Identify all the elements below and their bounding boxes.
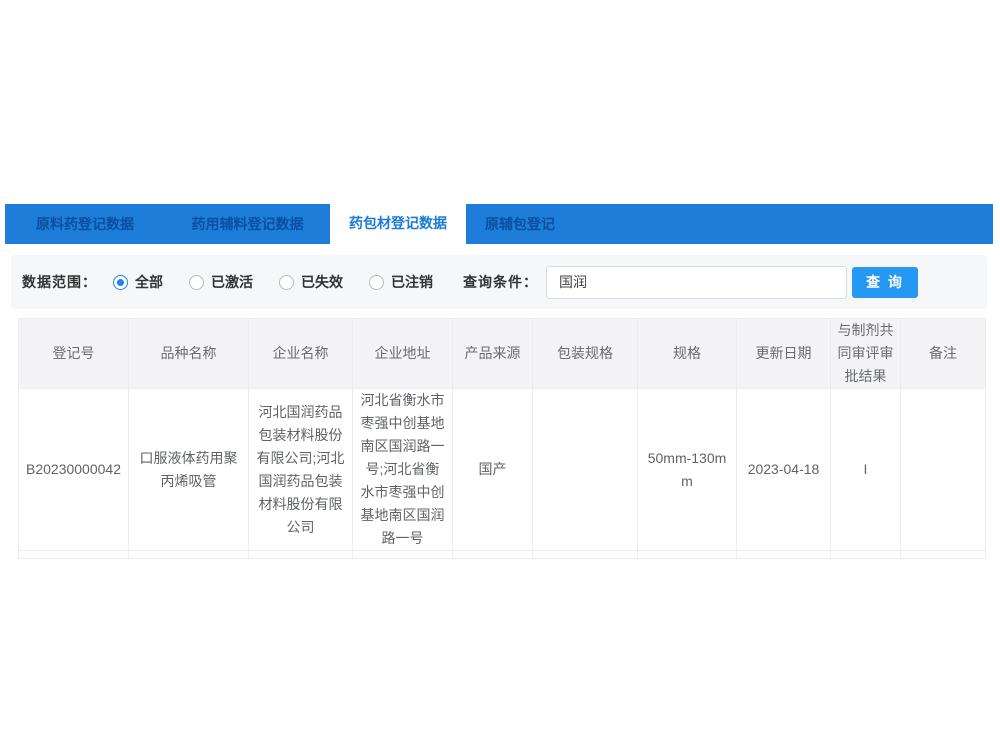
radio-cancelled[interactable]: 已注销 xyxy=(369,272,433,292)
col-product-origin: 产品来源 xyxy=(453,319,533,389)
radio-expired-label: 已失效 xyxy=(301,272,343,292)
cell-company-name: 河北国润药品包装材料股份有限公司;河北国润药品包装材料股份有限公司 xyxy=(249,389,353,551)
cell-registration-no: B20230000042 xyxy=(19,389,129,551)
radio-selected-icon xyxy=(113,275,128,290)
radio-unselected-icon xyxy=(279,275,294,290)
radio-expired[interactable]: 已失效 xyxy=(279,272,343,292)
radio-unselected-icon xyxy=(189,275,204,290)
search-button[interactable]: 查 询 xyxy=(852,267,918,298)
col-company-address: 企业地址 xyxy=(353,319,453,389)
cell-variety-name: 口服液体药用聚丙烯吸管 xyxy=(129,389,249,551)
cell-joint-review-result: I xyxy=(831,389,901,551)
tab-packaging-materials-active[interactable]: 药包材登记数据 xyxy=(330,201,466,244)
col-company-name: 企业名称 xyxy=(249,319,353,389)
table-header-row: 登记号 品种名称 企业名称 企业地址 产品来源 包装规格 规格 更新日期 与制剂… xyxy=(19,319,986,389)
radio-unselected-icon xyxy=(369,275,384,290)
col-remarks: 备注 xyxy=(901,319,986,389)
registration-table: 登记号 品种名称 企业名称 企业地址 产品来源 包装规格 规格 更新日期 与制剂… xyxy=(18,318,986,559)
tab-raw-excipient-packaging[interactable]: 原辅包登记 xyxy=(466,204,574,244)
col-joint-review-result: 与制剂共同审评审批结果 xyxy=(831,319,901,389)
query-input[interactable] xyxy=(546,266,847,299)
table-row: B20230000042 口服液体药用聚丙烯吸管 河北国润药品包装材料股份有限公… xyxy=(19,389,986,551)
col-packaging-spec: 包装规格 xyxy=(533,319,638,389)
table-row-partial xyxy=(19,551,986,559)
cell-remarks xyxy=(901,389,986,551)
radio-all[interactable]: 全部 xyxy=(113,272,163,292)
radio-activated[interactable]: 已激活 xyxy=(189,272,253,292)
cell-product-origin: 国产 xyxy=(453,389,533,551)
col-variety-name: 品种名称 xyxy=(129,319,249,389)
page: 原料药登记数据 药用辅料登记数据 药包材登记数据 原辅包登记 数据范围： 全部 … xyxy=(0,0,1000,750)
tab-excipients[interactable]: 药用辅料登记数据 xyxy=(165,204,330,244)
data-scope-label: 数据范围： xyxy=(22,272,97,292)
radio-all-label: 全部 xyxy=(135,272,163,292)
tab-bar: 原料药登记数据 药用辅料登记数据 药包材登记数据 原辅包登记 xyxy=(5,204,993,244)
col-spec: 规格 xyxy=(638,319,737,389)
cell-spec: 50mm-130mm xyxy=(638,389,737,551)
cell-packaging-spec xyxy=(533,389,638,551)
col-registration-no: 登记号 xyxy=(19,319,129,389)
col-update-date: 更新日期 xyxy=(737,319,831,389)
cell-update-date: 2023-04-18 xyxy=(737,389,831,551)
filter-panel: 数据范围： 全部 已激活 已失效 已注销 查询条件： 查 询 xyxy=(11,255,987,309)
cell-company-address: 河北省衡水市枣强中创基地南区国润路一号;河北省衡水市枣强中创基地南区国润路一号 xyxy=(353,389,453,551)
radio-activated-label: 已激活 xyxy=(211,272,253,292)
radio-cancelled-label: 已注销 xyxy=(391,272,433,292)
tab-raw-material-api[interactable]: 原料药登记数据 xyxy=(5,204,165,244)
query-condition-label: 查询条件： xyxy=(463,272,538,292)
